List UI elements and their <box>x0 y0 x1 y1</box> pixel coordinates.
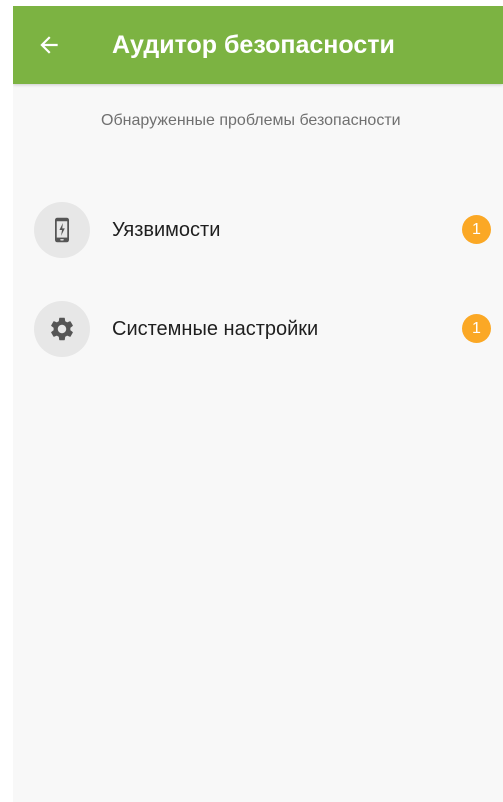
list-item-label: Системные настройки <box>112 318 319 340</box>
section-subtitle: Обнаруженные проблемы безопасности <box>101 112 401 129</box>
system-settings-icon-circle <box>34 301 90 357</box>
list-item-label: Уязвимости <box>112 219 221 241</box>
phone-warning-icon <box>55 217 69 243</box>
list-item-system-settings[interactable]: Системные настройки 1 <box>13 289 503 369</box>
app-window: Аудитор безопасности Обнаруженные пробле… <box>13 6 503 802</box>
app-bar: Аудитор безопасности <box>13 6 503 84</box>
page-title: Аудитор безопасности <box>112 31 395 59</box>
arrow-back-icon <box>40 36 58 54</box>
gear-icon <box>51 317 73 341</box>
vulnerabilities-icon-circle <box>34 202 90 258</box>
back-button[interactable] <box>29 25 69 65</box>
count-badge: 1 <box>462 314 491 343</box>
count-badge: 1 <box>462 215 491 244</box>
list-item-vulnerabilities[interactable]: Уязвимости 1 <box>13 190 503 270</box>
